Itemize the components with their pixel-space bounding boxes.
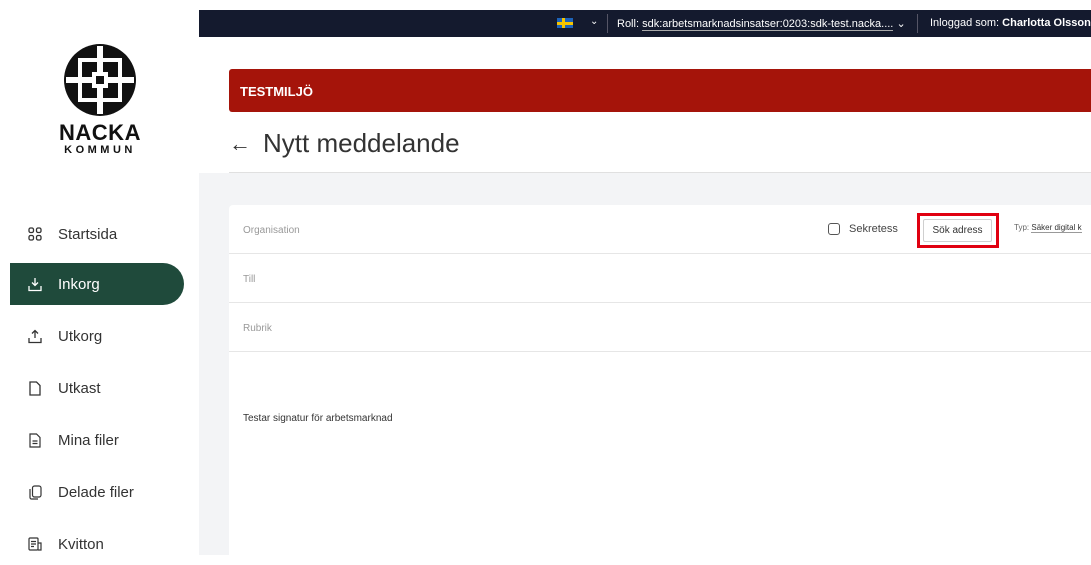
sidebar-item-kvitton[interactable]: Kvitton bbox=[10, 523, 184, 565]
sidebar-item-label: Mina filer bbox=[58, 431, 119, 449]
sidebar-item-label: Utkorg bbox=[58, 327, 103, 345]
logged-in-info: Inloggad som: Charlotta Olsson bbox=[930, 17, 1091, 29]
outbox-icon bbox=[28, 328, 42, 344]
sidebar-item-inkorg[interactable]: Inkorg bbox=[10, 263, 184, 305]
organisation-row: Organisation Sekretess Sök adress Typ: S… bbox=[229, 205, 1091, 254]
sidebar-item-label: Delade filer bbox=[58, 483, 134, 501]
page-title: Nytt meddelande bbox=[263, 128, 460, 158]
sidebar-item-utkorg[interactable]: Utkorg bbox=[10, 315, 184, 357]
sidebar-item-label: Kvitton bbox=[58, 535, 104, 553]
till-field[interactable]: Till bbox=[243, 274, 255, 285]
nacka-emblem-icon bbox=[64, 44, 136, 116]
shared-files-icon bbox=[28, 484, 42, 500]
top-bar: ⌄ Roll: sdk:arbetsmarknadsinsatser:0203:… bbox=[199, 10, 1091, 37]
swedish-flag-icon[interactable] bbox=[557, 18, 573, 28]
typ-selector[interactable]: Typ: Säker digital k bbox=[1014, 223, 1082, 233]
divider bbox=[917, 14, 918, 33]
back-arrow-icon[interactable]: ← bbox=[229, 131, 251, 157]
sekretess-checkbox[interactable] bbox=[828, 223, 840, 235]
nacka-logo[interactable]: NACKA KOMMUN bbox=[58, 42, 142, 156]
organisation-field[interactable]: Organisation bbox=[243, 225, 300, 236]
typ-label: Typ: bbox=[1014, 223, 1030, 232]
login-label: Inloggad som: bbox=[930, 17, 1000, 29]
login-user-name[interactable]: Charlotta Olsson bbox=[1002, 17, 1091, 29]
document-icon bbox=[28, 380, 42, 396]
role-label: Roll: bbox=[617, 18, 640, 30]
role-chevron-down-icon: ⌄ bbox=[896, 18, 906, 30]
inbox-icon bbox=[28, 276, 42, 292]
logo-subtitle: KOMMUN bbox=[64, 144, 136, 156]
sidebar-item-delade-filer[interactable]: Delade filer bbox=[10, 471, 184, 513]
sekretess-label[interactable]: Sekretess bbox=[849, 223, 898, 235]
language-chevron-down-icon[interactable]: ⌄ bbox=[590, 16, 598, 27]
divider bbox=[607, 14, 608, 33]
role-selector[interactable]: Roll: sdk:arbetsmarknadsinsatser:0203:sd… bbox=[617, 17, 906, 31]
typ-value: Säker digital k bbox=[1031, 223, 1082, 233]
search-address-button[interactable]: Sök adress bbox=[923, 219, 992, 242]
till-row: Till bbox=[229, 254, 1091, 303]
environment-banner-text: TESTMILJÖ bbox=[240, 84, 313, 99]
sidebar-item-label: Startsida bbox=[58, 225, 118, 243]
file-icon bbox=[28, 432, 42, 448]
page-header: ← Nytt meddelande bbox=[229, 128, 460, 159]
sidebar-item-utkast[interactable]: Utkast bbox=[10, 367, 184, 409]
role-value: sdk:arbetsmarknadsinsatser:0203:sdk-test… bbox=[642, 18, 894, 31]
sidebar-item-mina-filer[interactable]: Mina filer bbox=[10, 419, 184, 461]
sidebar: NACKA KOMMUN Startsida Inkorg Utkorg Utk… bbox=[0, 0, 199, 555]
message-body-text[interactable]: Testar signatur för arbetsmarknad bbox=[243, 413, 393, 424]
sidebar-item-startsida[interactable]: Startsida bbox=[10, 213, 184, 255]
sidebar-item-label: Utkast bbox=[58, 379, 101, 397]
receipt-icon bbox=[28, 536, 42, 552]
logo-name: NACKA bbox=[59, 120, 141, 145]
sidebar-item-label: Inkorg bbox=[58, 275, 100, 293]
rubrik-field[interactable]: Rubrik bbox=[243, 323, 272, 334]
environment-banner: TESTMILJÖ bbox=[229, 69, 1091, 112]
rubrik-row: Rubrik bbox=[229, 303, 1091, 352]
grid-icon bbox=[28, 226, 42, 242]
message-form: Organisation Sekretess Sök adress Typ: S… bbox=[229, 205, 1091, 555]
